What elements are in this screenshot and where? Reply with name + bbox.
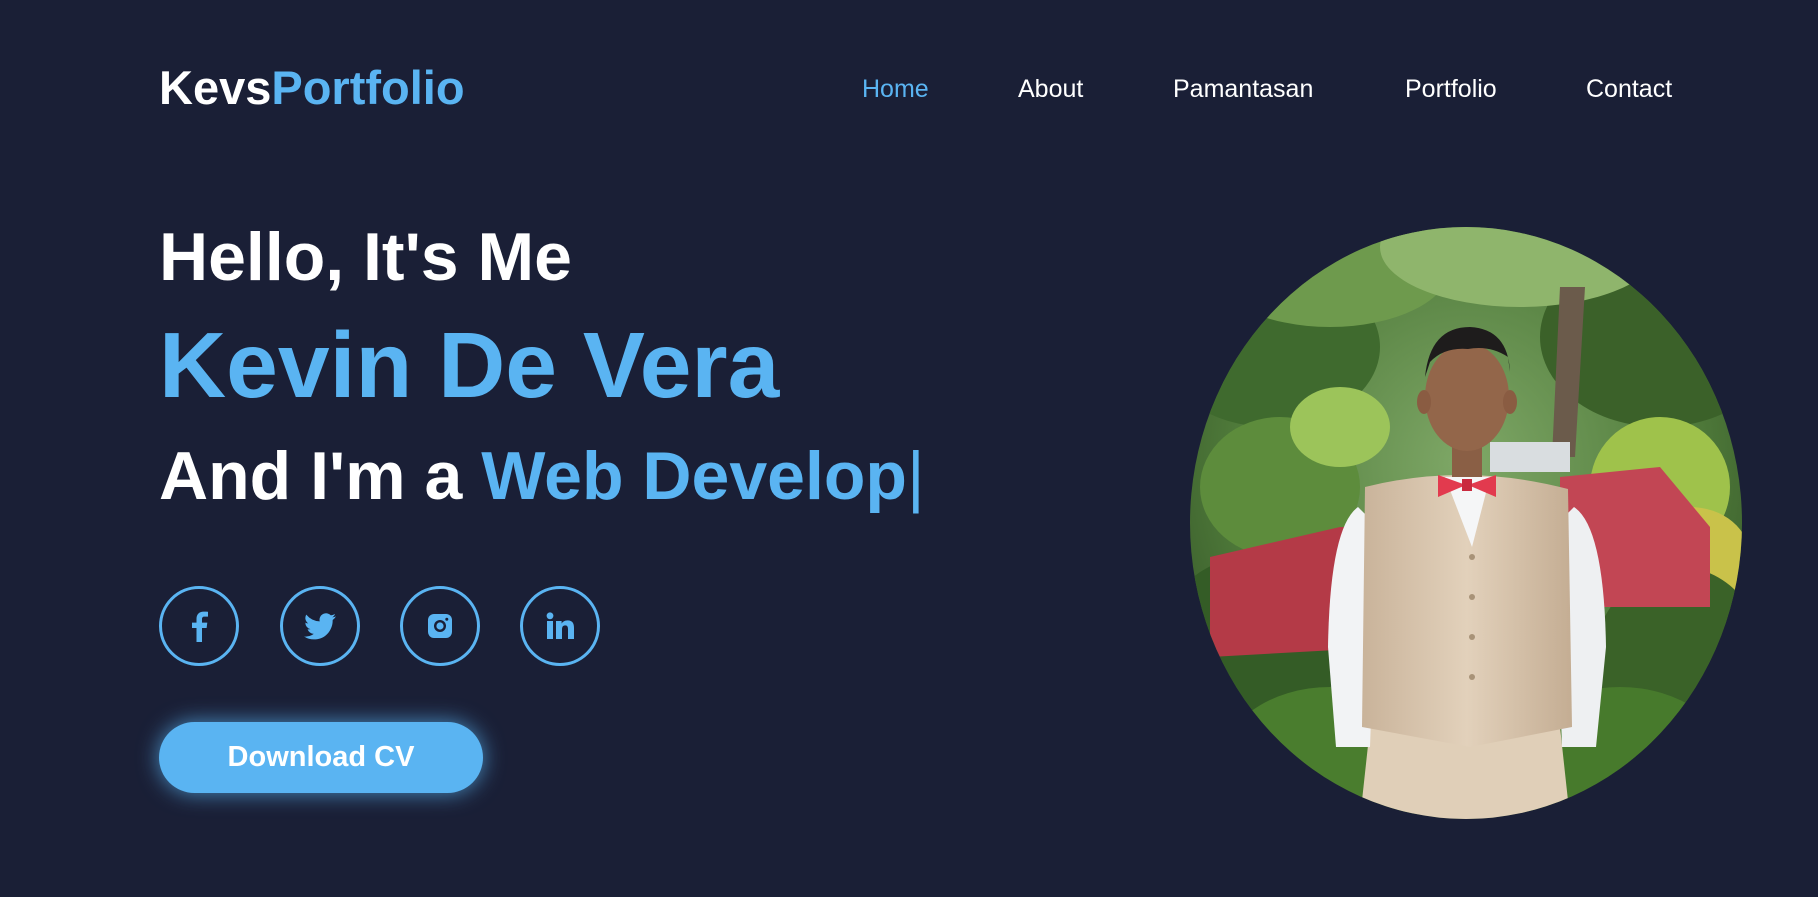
typing-cursor: | [906,438,925,514]
instagram-icon [426,612,454,640]
logo-accent-text: Portfolio [271,61,465,114]
instagram-link[interactable] [400,586,480,666]
role-typed-text: Web Develop [481,438,907,514]
nav-link-about[interactable]: About [1018,74,1083,104]
nav-link-contact[interactable]: Contact [1586,74,1672,104]
logo-primary-text: Kevs [159,61,272,114]
download-cv-button[interactable]: Download CV [159,722,483,793]
linkedin-icon [546,612,574,640]
twitter-icon [304,612,336,640]
twitter-link[interactable] [280,586,360,666]
facebook-icon [190,610,208,642]
nav-link-pamantasan[interactable]: Pamantasan [1173,74,1313,104]
site-header: KevsPortfolio Home About Pamantasan Port… [0,0,1818,180]
profile-photo [1190,227,1742,819]
site-logo[interactable]: KevsPortfolio [159,62,465,114]
nav-link-home[interactable]: Home [862,74,929,104]
hero-greeting: Hello, It's Me [159,219,572,295]
facebook-link[interactable] [159,586,239,666]
hero-role: And I'm a Web Develop| [159,437,925,515]
hero-name: Kevin De Vera [159,313,780,417]
linkedin-link[interactable] [520,586,600,666]
role-prefix: And I'm a [159,438,482,514]
nav-link-portfolio[interactable]: Portfolio [1405,74,1497,104]
